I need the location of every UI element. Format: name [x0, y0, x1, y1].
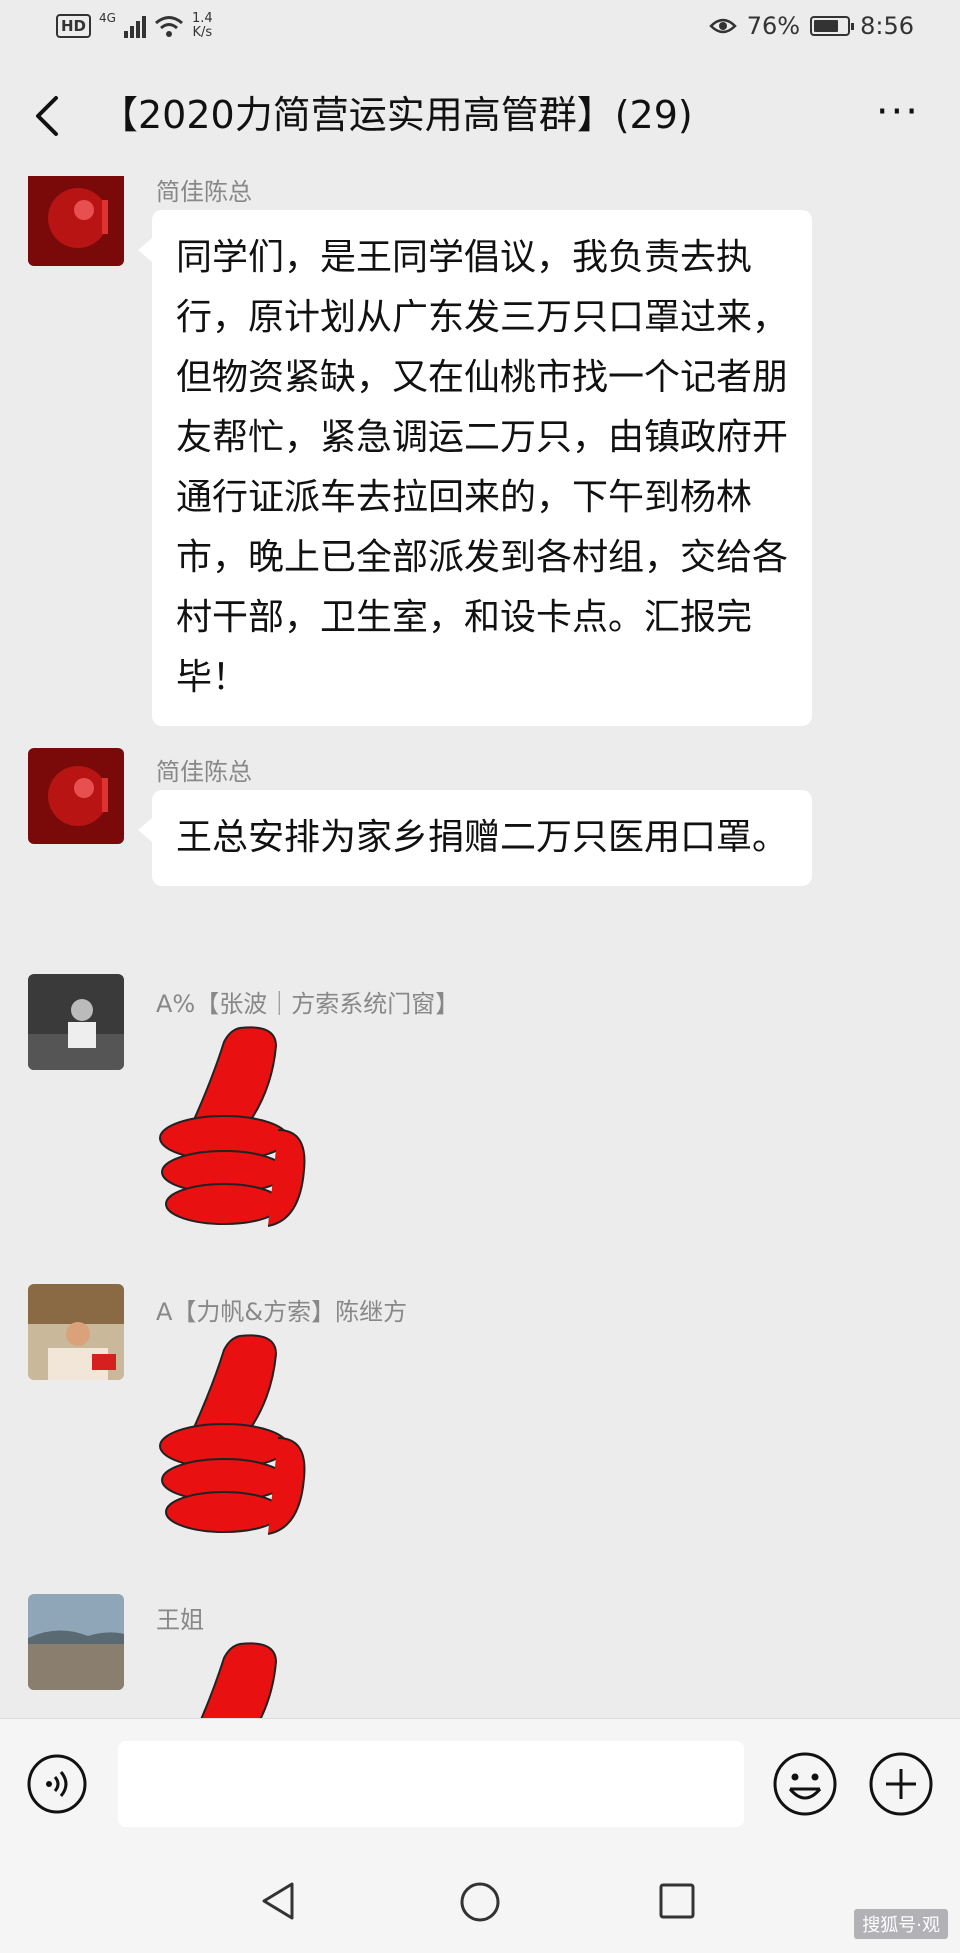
status-bar: HD 4G 1.4 K/s 76% 8:56 [0, 0, 960, 56]
speed-value: 1.4 [191, 11, 213, 26]
avatar-jianjia-chenzong[interactable] [28, 176, 124, 266]
avatar-image [28, 748, 124, 844]
avatar-image [28, 1594, 124, 1690]
sender-name: 王姐 [156, 1606, 204, 1634]
thumbs-up-sticker[interactable] [148, 1020, 318, 1232]
thumbs-up-icon [200, 1642, 278, 1718]
thumbs-up-sticker[interactable] [148, 1636, 318, 1718]
chat-title: 【2020力简营运实用高管群】(29) [100, 93, 693, 137]
watermark: 搜狐号·观 [854, 1909, 948, 1939]
back-arrow-icon[interactable] [26, 88, 70, 144]
nav-recent-icon[interactable] [658, 1882, 696, 1920]
avatar-jianjia-chenzong[interactable] [28, 748, 124, 844]
nav-back-icon[interactable] [258, 1880, 298, 1922]
sender-name: 简佳陈总 [156, 758, 252, 786]
message-list[interactable]: 简佳陈总 同学们，是王同学倡议，我负责去执行，原计划从广东发三万只口罩过来，但物… [0, 176, 960, 1718]
battery-percent: 76% [746, 12, 801, 40]
thumbs-up-icon [159, 1334, 306, 1535]
message-input[interactable] [118, 1741, 744, 1827]
thumbs-up-icon [159, 1026, 306, 1227]
eye-icon [708, 18, 737, 34]
more-icon[interactable]: ··· [876, 92, 920, 132]
avatar-image [28, 1284, 124, 1380]
nav-home-icon[interactable] [458, 1880, 502, 1924]
status-right: 76% 8:56 [708, 12, 914, 40]
status-left: HD 4G 1.4 K/s [56, 12, 213, 40]
hd-badge: HD [56, 14, 92, 38]
plus-icon[interactable] [868, 1751, 934, 1817]
chat-header: 【2020力简营运实用高管群】(29) ··· [0, 56, 960, 176]
avatar-chenjifang[interactable] [28, 1284, 124, 1380]
battery-fill [814, 20, 839, 32]
emoji-icon[interactable] [772, 1751, 838, 1817]
network-type: 4G [99, 11, 116, 25]
input-bar [0, 1718, 960, 1849]
wifi-icon [154, 16, 183, 37]
signal-icon [123, 14, 146, 38]
avatar-zhangbo[interactable] [28, 974, 124, 1070]
speed-unit: K/s [192, 25, 213, 40]
avatar-image [28, 176, 124, 266]
message-bubble[interactable]: 同学们，是王同学倡议，我负责去执行，原计划从广东发三万只口罩过来，但物资紧缺，又… [138, 210, 812, 726]
sender-name: A%【张波｜方索系统门窗】 [156, 990, 460, 1018]
voice-icon[interactable] [26, 1753, 88, 1815]
avatar-image [28, 974, 124, 1070]
network-speed: 1.4 K/s [192, 12, 213, 40]
avatar-wangjie[interactable] [28, 1594, 124, 1690]
thumbs-up-sticker[interactable] [148, 1328, 318, 1540]
sender-name: A【力帆&方索】陈继方 [156, 1298, 408, 1326]
battery-icon [810, 16, 855, 36]
sender-name: 简佳陈总 [156, 178, 252, 206]
system-nav-bar: 搜狐号·观 [0, 1848, 960, 1953]
message-bubble[interactable]: 王总安排为家乡捐赠二万只医用口罩。 [138, 790, 812, 886]
clock: 8:56 [860, 12, 914, 40]
